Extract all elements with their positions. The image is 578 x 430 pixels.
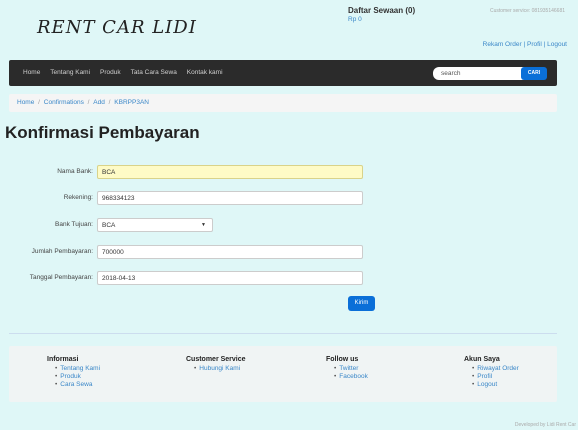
form-row-jumlah: Jumlah Pembayaran: 700000 — [0, 245, 380, 259]
breadcrumb-add[interactable]: Add — [93, 99, 105, 106]
footer-follow-title: Follow us — [326, 356, 359, 363]
bank-tujuan-value: BCA — [102, 222, 116, 229]
nav-tata-cara-sewa[interactable]: Tata Cara Sewa — [131, 69, 177, 76]
footer: Informasi Tentang Kami Produk Cara Sewa … — [9, 346, 557, 402]
footer-cs-title: Customer Service — [186, 356, 246, 363]
footer-link-riwayat-order[interactable]: Riwayat Order — [472, 365, 519, 373]
nama-bank-label: Nama Bank: — [57, 168, 93, 175]
footer-link-tentang-kami[interactable]: Tentang Kami — [55, 365, 100, 373]
profil-link[interactable]: Profil — [527, 41, 542, 48]
form-row-tanggal: Tanggal Pembayaran: 2018-04-13 — [0, 271, 380, 285]
footer-informasi: Informasi Tentang Kami Produk Cara Sewa — [47, 356, 100, 389]
form-row-rekening: Rekening: 968334123 — [0, 191, 380, 205]
footer-link-profil[interactable]: Profil — [472, 373, 519, 381]
search-button[interactable]: CARI — [521, 67, 547, 80]
search-input[interactable]: search — [433, 67, 531, 80]
breadcrumb-confirmations[interactable]: Confirmations — [44, 99, 84, 106]
footer-link-produk[interactable]: Produk — [55, 373, 100, 381]
footer-link-cara-sewa[interactable]: Cara Sewa — [55, 381, 100, 389]
footer-akun-title: Akun Saya — [464, 356, 500, 363]
footer-follow: Follow us Twitter Facebook — [326, 356, 368, 381]
footer-customer-service: Customer Service Hubungi Kami — [186, 356, 246, 373]
jumlah-label: Jumlah Pembayaran: — [31, 248, 93, 255]
main-nav: Home Tentang Kami Produk Tata Cara Sewa … — [9, 60, 557, 86]
footer-informasi-title: Informasi — [47, 356, 79, 363]
chevron-down-icon: ▼ — [201, 222, 206, 228]
footer-akun: Akun Saya Riwayat Order Profil Logout — [464, 356, 519, 389]
logout-link[interactable]: Logout — [547, 41, 567, 48]
breadcrumb-home[interactable]: Home — [17, 99, 34, 106]
jumlah-input[interactable]: 700000 — [97, 245, 363, 259]
nav-kontak-kami[interactable]: Kontak kami — [187, 69, 223, 76]
breadcrumb: Home / Confirmations / Add / KBRPP3AN — [9, 94, 557, 112]
nav-tentang-kami[interactable]: Tentang Kami — [50, 69, 90, 76]
cart-title[interactable]: Daftar Sewaan (0) — [348, 6, 415, 15]
kirim-button[interactable]: Kirim — [348, 296, 375, 311]
bank-tujuan-select[interactable]: BCA ▼ — [97, 218, 213, 232]
footer-link-facebook[interactable]: Facebook — [334, 373, 368, 381]
nama-bank-input[interactable]: BCA — [97, 165, 363, 179]
tanggal-input[interactable]: 2018-04-13 — [97, 271, 363, 285]
rekam-order-link[interactable]: Rekam Order — [483, 41, 522, 48]
rekening-input[interactable]: 968334123 — [97, 191, 363, 205]
bank-tujuan-label: Bank Tujuan: — [55, 221, 93, 228]
nav-produk[interactable]: Produk — [100, 69, 121, 76]
footer-link-hubungi-kami[interactable]: Hubungi Kami — [194, 365, 246, 373]
breadcrumb-current: KBRPP3AN — [114, 99, 149, 106]
cart-total: Rp 0 — [348, 16, 362, 23]
form-row-nama-bank: Nama Bank: BCA — [0, 165, 380, 179]
tanggal-label: Tanggal Pembayaran: — [29, 274, 93, 281]
divider — [9, 333, 557, 334]
header: RENT CAR LIDI Daftar Sewaan (0) Rp 0 Cus… — [20, 0, 570, 58]
site-logo[interactable]: RENT CAR LIDI — [37, 17, 197, 38]
rekening-label: Rekening: — [63, 194, 93, 201]
cart-summary[interactable]: Daftar Sewaan (0) Rp 0 — [348, 6, 415, 24]
footer-link-twitter[interactable]: Twitter — [334, 365, 368, 373]
top-links: Rekam Order | Profil | Logout — [483, 41, 567, 48]
nav-home[interactable]: Home — [23, 69, 40, 76]
page-title: Konfirmasi Pembayaran — [5, 123, 200, 142]
developed-by: Developed by Lidi Rent Car — [514, 422, 576, 428]
footer-link-logout[interactable]: Logout — [472, 381, 519, 389]
customer-service-text: Customer service: 081935146681 — [489, 8, 565, 14]
form-row-bank-tujuan: Bank Tujuan: BCA ▼ — [0, 218, 380, 232]
